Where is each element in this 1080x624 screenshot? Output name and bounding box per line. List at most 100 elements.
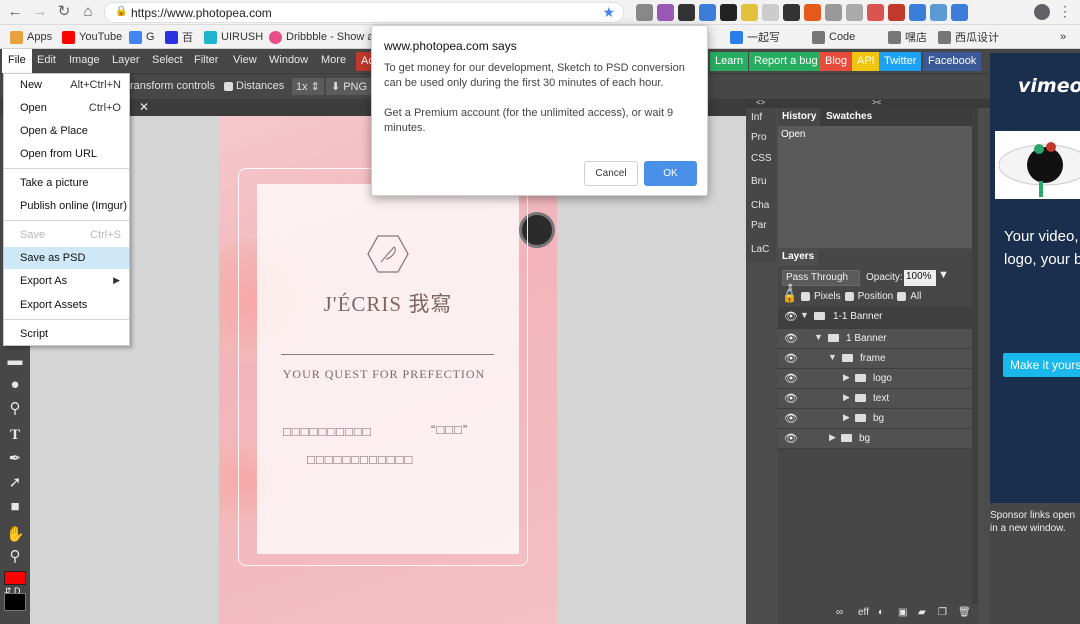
ad-cta-button[interactable]: Make it yours [1003, 353, 1080, 377]
home-icon[interactable]: ⌂ [79, 3, 97, 21]
ghost-extension-icon[interactable] [783, 4, 800, 21]
history-item[interactable]: Open [781, 129, 805, 140]
properties-panel-button[interactable]: Pro [751, 132, 767, 143]
expanded-triangle-icon[interactable]: ▼ [828, 352, 837, 362]
tab-swatches[interactable]: Swatches [826, 111, 872, 122]
badge-extension-icon[interactable] [741, 4, 758, 21]
distances-checkbox[interactable] [224, 81, 233, 91]
type-tool-icon[interactable]: T [6, 426, 24, 444]
expanded-triangle-icon[interactable]: ▼ [814, 332, 823, 342]
menu-item-open-url[interactable]: Open from URL [4, 143, 129, 165]
menu-item-export-as[interactable]: Export As ▶ [4, 270, 129, 292]
layer-row[interactable]: 👁 ▶ logo [778, 369, 972, 389]
menu-image[interactable]: Image [69, 54, 100, 66]
vimeo-advertisement[interactable]: vimeo Your video, your logo, your brand … [990, 53, 1080, 503]
layer-row[interactable]: 👁 ▼ 1-1 Banner [778, 307, 972, 329]
distances-option[interactable]: Distances [224, 80, 284, 92]
close-document-icon[interactable]: ✕ [139, 100, 149, 114]
layer-row[interactable]: 👁 ▼ 1 Banner [778, 329, 972, 349]
circle-extension-icon[interactable] [804, 4, 821, 21]
translate-extension-icon[interactable] [930, 4, 947, 21]
menu-item-publish-imgur[interactable]: Publish online (Imgur) [4, 195, 129, 217]
feather-extension-icon[interactable] [657, 4, 674, 21]
collapsed-triangle-icon[interactable]: ▶ [843, 412, 850, 423]
bookmark-star-icon[interactable]: ★ [602, 4, 615, 21]
character-panel-button[interactable]: Cha [751, 200, 769, 211]
menu-filter[interactable]: Filter [194, 54, 218, 66]
lock-all-checkbox[interactable] [897, 291, 907, 301]
ok-button[interactable]: OK [644, 161, 697, 186]
back-icon[interactable]: ← [6, 3, 24, 21]
note-extension-icon[interactable] [888, 4, 905, 21]
mask-extension-icon[interactable] [825, 4, 842, 21]
link-layers-icon[interactable]: ∞ [836, 607, 843, 618]
panda-extension-icon[interactable] [678, 4, 695, 21]
cancel-button[interactable]: Cancel [584, 161, 638, 186]
blog-button[interactable]: Blog [820, 52, 853, 71]
bookmarks-overflow[interactable]: » [1060, 29, 1066, 45]
menu-item-open-place[interactable]: Open & Place [4, 120, 129, 142]
lock-pixels-checkbox[interactable] [800, 291, 810, 301]
api-button[interactable]: API [852, 52, 880, 71]
browser-menu-icon[interactable]: ⋮ [1058, 3, 1072, 20]
transform-controls-option[interactable]: ransform controls [130, 80, 215, 92]
bookmark-yiqixie[interactable]: 一起写 [730, 29, 780, 45]
menu-select[interactable]: Select [152, 54, 183, 66]
background-color-swatch[interactable] [4, 593, 26, 611]
bookmark-heidian[interactable]: 嘿店 [888, 29, 927, 45]
bookmark-apps[interactable]: Apps [10, 29, 52, 45]
new-layer-icon[interactable]: ❐ [938, 607, 947, 618]
opacity-dropdown-icon[interactable]: ▼ [938, 269, 949, 281]
bookmark-xigua[interactable]: 西瓜设计 [938, 29, 999, 45]
facebook-button[interactable]: Facebook [923, 52, 982, 71]
menu-item-export-assets[interactable]: Export Assets [4, 294, 129, 316]
info-panel-button[interactable]: Inf [751, 112, 762, 123]
visibility-eye-icon[interactable]: 👁 [784, 432, 798, 445]
blur-tool-icon[interactable]: ● [6, 376, 24, 394]
twitter-button[interactable]: Twitter [879, 52, 922, 71]
adjustment-layer-icon[interactable]: ◐ [878, 607, 884, 618]
path-select-tool-icon[interactable]: ➚ [6, 474, 24, 492]
layer-mask-icon[interactable]: ▣ [898, 607, 907, 618]
visibility-eye-icon[interactable]: 👁 [784, 372, 798, 385]
new-group-icon[interactable]: ▰ [918, 607, 926, 618]
download-extension-icon[interactable] [951, 4, 968, 21]
delete-layer-icon[interactable]: 🗑 [958, 607, 971, 618]
blank-extension-icon[interactable] [762, 4, 779, 21]
layer-row[interactable]: 👁 ▶ bg [778, 409, 972, 429]
menu-edit[interactable]: Edit [37, 54, 56, 66]
gradient-tool-icon[interactable]: ▬ [6, 352, 24, 370]
menu-window[interactable]: Window [269, 54, 308, 66]
visibility-eye-icon[interactable]: 👁 [784, 310, 798, 323]
zoom-tool-icon[interactable]: ⚲ [6, 548, 24, 566]
foreground-color-swatch[interactable] [4, 571, 26, 585]
bookmark-uirush[interactable]: UIRUSH [204, 29, 263, 45]
paragraph-panel-button[interactable]: Par [751, 220, 767, 231]
dodge-tool-icon[interactable]: ⚲ [6, 400, 24, 418]
expanded-triangle-icon[interactable]: ▼ [800, 310, 809, 320]
collapse-arrows-icon[interactable]: <> [756, 98, 765, 107]
camera-extension-icon[interactable] [636, 4, 653, 21]
menu-more[interactable]: More [321, 54, 346, 66]
brush-panel-button[interactable]: Bru [751, 176, 767, 187]
css-panel-button[interactable]: CSS [751, 153, 772, 164]
opacity-input[interactable]: 100% [904, 270, 936, 286]
layer-effects-button[interactable]: eff [858, 607, 869, 618]
profile-avatar[interactable] [1034, 4, 1050, 20]
zoom-select[interactable]: 1x ⇕ [292, 78, 324, 95]
pen-tool-icon[interactable]: ✒ [6, 450, 24, 468]
pin-extension-icon[interactable] [720, 4, 737, 21]
blend-mode-select[interactable]: Pass Through ⇕ [782, 270, 860, 294]
menu-item-new[interactable]: New Alt+Ctrl+N [4, 74, 129, 96]
visibility-eye-icon[interactable]: 👁 [784, 412, 798, 425]
reload-icon[interactable]: ↻ [55, 3, 73, 21]
layers-title[interactable]: Layers [778, 249, 819, 266]
forward-icon[interactable]: → [31, 3, 49, 21]
bookmark-code[interactable]: Code [812, 29, 855, 45]
menu-item-save-psd[interactable]: Save as PSD [4, 247, 129, 269]
bookmark-dribbble[interactable]: Dribbble - Show a... [269, 29, 383, 45]
menu-file[interactable]: File [2, 49, 32, 73]
rectangle-tool-icon[interactable]: ■ [6, 498, 24, 516]
menu-item-open[interactable]: Open Ctrl+O [4, 97, 129, 119]
bookmark-google[interactable]: G [129, 29, 155, 45]
